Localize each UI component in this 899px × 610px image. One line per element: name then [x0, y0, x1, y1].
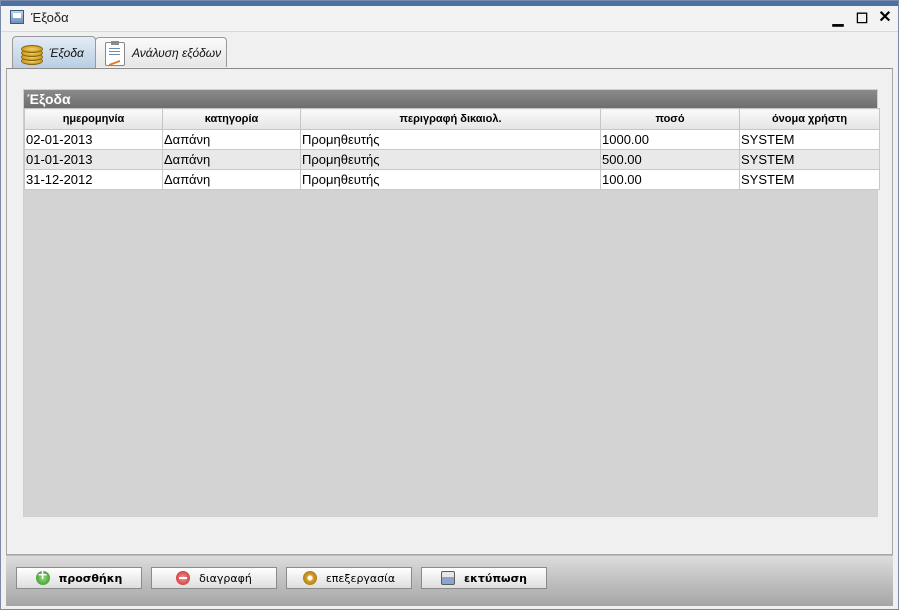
- add-icon: [35, 568, 50, 585]
- cell-username: SYSTEM: [739, 149, 880, 170]
- cell-amount: 1000.00: [600, 129, 740, 150]
- grid-caption: Έξοδα: [24, 90, 877, 108]
- cell-date: 01-01-2013: [24, 149, 163, 170]
- cell-category: Δαπάνη: [162, 169, 301, 190]
- column-header-category[interactable]: κατηγορία: [162, 108, 301, 130]
- app-icon[interactable]: [10, 10, 24, 24]
- table-row[interactable]: 31-12-2012 Δαπάνη Προμηθευτής 100.00 SYS…: [24, 169, 880, 190]
- minimize-button[interactable]: ▁: [827, 8, 849, 28]
- cell-username: SYSTEM: [739, 169, 880, 190]
- printer-icon: [440, 571, 455, 585]
- cell-description: Προμηθευτής: [300, 129, 601, 150]
- edit-button[interactable]: επεξεργασία: [286, 567, 412, 589]
- add-button[interactable]: προσθήκη: [16, 567, 142, 589]
- cell-date: 31-12-2012: [24, 169, 163, 190]
- expenses-panel: Έξοδα ημερομηνία κατηγορία περιγραφή δικ…: [6, 68, 893, 555]
- header-row: ημερομηνία κατηγορία περιγραφή δικαιολ. …: [24, 108, 880, 130]
- cell-category: Δαπάνη: [162, 149, 301, 170]
- column-header-date[interactable]: ημερομηνία: [24, 108, 163, 130]
- tab-expense-analysis-label: Ανάλυση εξόδων: [132, 45, 222, 60]
- tab-expense-analysis[interactable]: Ανάλυση εξόδων: [95, 37, 227, 67]
- cell-amount: 100.00: [600, 169, 740, 190]
- delete-button[interactable]: διαγραφή: [151, 567, 277, 589]
- title-bar[interactable]: Έξοδα ▁ ☐ ✕: [1, 1, 898, 32]
- column-header-description[interactable]: περιγραφή δικαιολ.: [300, 108, 601, 130]
- delete-button-label: διαγραφή: [199, 571, 252, 585]
- window-title: Έξοδα: [31, 10, 69, 25]
- delete-icon: [176, 571, 191, 585]
- cell-description: Προμηθευτής: [300, 169, 601, 190]
- cell-username: SYSTEM: [739, 129, 880, 150]
- action-bar: προσθήκη διαγραφή επεξεργασία εκτύπωση: [6, 555, 893, 606]
- expenses-window: Έξοδα ▁ ☐ ✕ Έξοδα Ανάλυση εξόδων Έξοδα η…: [0, 0, 899, 610]
- table-row[interactable]: 02-01-2013 Δαπάνη Προμηθευτής 1000.00 SY…: [24, 129, 880, 150]
- title-accent-line: [1, 1, 898, 6]
- column-header-username[interactable]: όνομα χρήστη: [739, 108, 880, 130]
- expenses-table: ημερομηνία κατηγορία περιγραφή δικαιολ. …: [24, 108, 880, 190]
- tab-expenses-label: Έξοδα: [49, 46, 84, 60]
- close-button[interactable]: ✕: [874, 8, 896, 28]
- cell-amount: 500.00: [600, 149, 740, 170]
- cell-category: Δαπάνη: [162, 129, 301, 150]
- cell-date: 02-01-2013: [24, 129, 163, 150]
- maximize-button[interactable]: ☐: [851, 8, 873, 28]
- tab-bar: Έξοδα Ανάλυση εξόδων: [6, 33, 894, 69]
- report-icon: [102, 40, 128, 66]
- table-row[interactable]: 01-01-2013 Δαπάνη Προμηθευτής 500.00 SYS…: [24, 149, 880, 170]
- coins-icon: [19, 41, 45, 65]
- add-button-label: προσθήκη: [58, 571, 123, 585]
- print-button-label: εκτύπωση: [463, 571, 528, 585]
- cell-description: Προμηθευτής: [300, 149, 601, 170]
- tab-expenses[interactable]: Έξοδα: [12, 36, 96, 69]
- expenses-grid[interactable]: Έξοδα ημερομηνία κατηγορία περιγραφή δικ…: [23, 89, 880, 517]
- print-button[interactable]: εκτύπωση: [421, 567, 547, 589]
- edit-button-label: επεξεργασία: [325, 571, 396, 585]
- column-header-amount[interactable]: ποσό: [600, 108, 740, 130]
- gear-icon: [302, 571, 317, 585]
